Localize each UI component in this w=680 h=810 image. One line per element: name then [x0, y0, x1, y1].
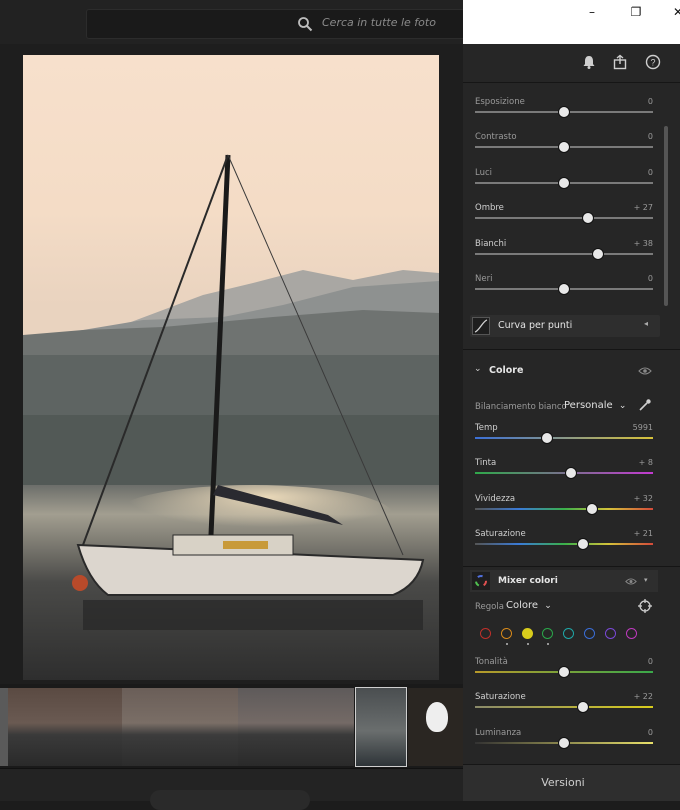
slider-knob[interactable]	[558, 106, 570, 118]
slider-track[interactable]	[475, 472, 653, 475]
slider-knob[interactable]	[558, 283, 570, 295]
search-input[interactable]: Cerca in tutte le foto	[322, 16, 436, 29]
color-swatch[interactable]	[521, 628, 533, 639]
white-balance-label: Bilanciamento bianco	[475, 402, 567, 412]
slider-value[interactable]: 0	[613, 132, 653, 141]
minimize-button[interactable]: –	[572, 0, 612, 24]
divider	[463, 349, 680, 350]
slider-track[interactable]	[475, 706, 653, 709]
target-adjust-icon[interactable]	[638, 599, 652, 613]
curve-label: Curva per punti	[498, 320, 573, 331]
slider-label: Tinta	[475, 458, 497, 469]
slider-track[interactable]	[475, 437, 653, 439]
slider-value[interactable]: 0	[613, 168, 653, 177]
regola-value: Colore	[506, 600, 539, 611]
slider-value[interactable]: + 22	[613, 692, 653, 701]
color-swatch[interactable]	[625, 628, 637, 639]
edit-panel	[463, 44, 680, 800]
photo-sailboat[interactable]	[23, 55, 439, 680]
share-icon[interactable]	[612, 54, 628, 70]
white-balance-select[interactable]: Personale ⌄	[564, 400, 626, 411]
chevron-down-icon[interactable]: ⌄	[474, 364, 482, 374]
color-swatch[interactable]	[500, 628, 512, 639]
help-icon[interactable]: ?	[645, 54, 661, 70]
slider-label: Saturazione	[475, 692, 526, 703]
svg-text:?: ?	[650, 58, 655, 68]
slider-label: Esposizione	[475, 97, 525, 107]
regola-select[interactable]: Colore ⌄	[506, 600, 552, 611]
slider-value[interactable]: 0	[613, 97, 653, 106]
mixer-title: Mixer colori	[498, 576, 558, 586]
color-swatch[interactable]	[604, 628, 616, 639]
slider-knob[interactable]	[558, 736, 570, 749]
eye-icon[interactable]	[638, 366, 652, 376]
slider-label: Luci	[475, 167, 493, 178]
filmstrip-thumb[interactable]	[8, 688, 122, 766]
color-wheel-icon	[472, 572, 490, 590]
collapse-left-icon[interactable]: ◂	[644, 319, 648, 328]
slider-label: Contrasto	[475, 132, 517, 143]
eyedropper-icon[interactable]	[638, 398, 652, 412]
slider-label: Tonalità	[475, 657, 508, 667]
bell-icon[interactable]	[581, 54, 597, 70]
white-balance-value: Personale	[564, 400, 613, 411]
slider-value[interactable]: + 27	[613, 203, 653, 212]
swatch-indicator	[505, 643, 508, 645]
chevron-down-icon: ⌄	[618, 401, 627, 411]
slider-knob[interactable]	[576, 701, 589, 714]
eye-icon[interactable]	[625, 577, 637, 586]
filmstrip-thumb[interactable]	[238, 688, 354, 766]
slider-label: Luminanza	[475, 727, 522, 738]
slider-knob[interactable]	[541, 432, 554, 444]
slider-label: Neri	[475, 274, 493, 284]
slider-track[interactable]	[475, 507, 653, 510]
search-icon[interactable]	[297, 16, 313, 32]
chevron-down-icon: ⌄	[544, 601, 552, 611]
restore-button[interactable]: ❐	[616, 0, 656, 24]
color-section-title[interactable]: Colore	[489, 365, 523, 376]
slider-track[interactable]	[475, 252, 653, 255]
filmstrip-thumb[interactable]	[122, 688, 238, 766]
slider-label: Saturazione	[475, 529, 526, 540]
slider-value[interactable]: 0	[613, 657, 653, 666]
slider-track[interactable]	[475, 543, 653, 546]
slider-track[interactable]	[475, 217, 653, 220]
filmstrip-thumb-selected[interactable]	[355, 687, 407, 767]
color-swatch[interactable]	[584, 628, 595, 639]
slider-knob[interactable]	[558, 666, 570, 678]
filmstrip-thumb[interactable]	[0, 688, 8, 766]
slider-value[interactable]: 5991	[613, 423, 653, 432]
slider-value[interactable]: + 38	[613, 239, 653, 248]
slider-knob[interactable]	[558, 176, 570, 189]
slider-label: Vividezza	[475, 493, 516, 504]
filmstrip-thumb[interactable]	[408, 688, 463, 766]
rating-stars[interactable]	[150, 790, 310, 810]
caret-down-icon[interactable]: ▾	[644, 576, 648, 584]
regola-label: Regola	[475, 602, 504, 612]
curve-icon	[472, 317, 490, 335]
color-swatch[interactable]	[480, 628, 491, 639]
slider-label: Temp	[475, 423, 498, 433]
close-button[interactable]: ✕	[658, 0, 680, 24]
slider-value[interactable]: + 21	[613, 529, 653, 538]
panel-scrollbar[interactable]	[664, 126, 668, 306]
slider-value[interactable]: + 32	[613, 494, 653, 503]
slider-knob[interactable]	[576, 538, 589, 551]
divider	[463, 566, 680, 567]
versions-label: Versioni	[541, 776, 585, 789]
slider-value[interactable]: + 8	[613, 458, 653, 467]
slider-label: Ombre	[475, 203, 504, 214]
slider-value[interactable]: 0	[613, 728, 653, 737]
swatch-indicator	[526, 643, 529, 645]
slider-value[interactable]: 0	[613, 274, 653, 283]
slider-knob[interactable]	[591, 247, 604, 260]
slider-label: Bianchi	[475, 238, 507, 249]
